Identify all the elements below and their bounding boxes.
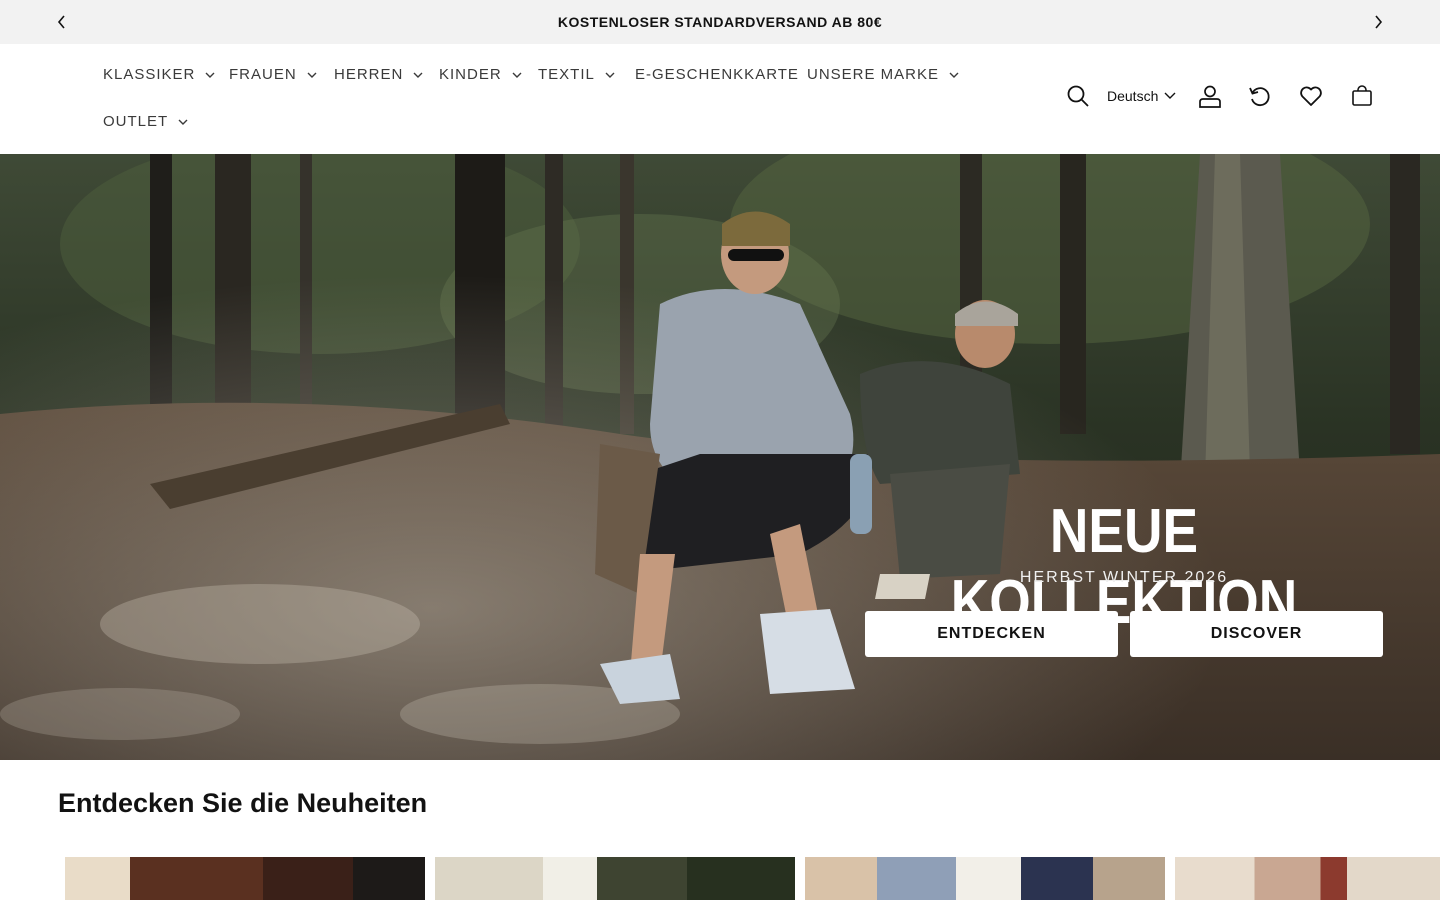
chevron-down-icon: [413, 72, 423, 78]
chevron-down-icon: [949, 72, 959, 78]
nav-label: HERREN: [334, 66, 404, 83]
nav-label: KLASSIKER: [103, 66, 196, 83]
announcement-text: KOSTENLOSER STANDARDVERSAND AB 80€: [557, 14, 883, 30]
product-card[interactable]: [1175, 857, 1440, 900]
language-label: Deutsch: [1107, 88, 1159, 104]
announcement-bar: KOSTENLOSER STANDARDVERSAND AB 80€: [0, 0, 1440, 44]
cart-button[interactable]: [1348, 82, 1376, 110]
language-selector[interactable]: Deutsch: [1107, 88, 1176, 104]
nav-label: OUTLET: [103, 113, 169, 130]
user-icon: [1199, 85, 1221, 108]
search-button[interactable]: [1064, 82, 1092, 110]
product-card[interactable]: [435, 857, 795, 900]
chevron-down-icon: [605, 72, 615, 78]
product-card[interactable]: [805, 857, 1165, 900]
chevron-down-icon: [1164, 92, 1176, 99]
product-card[interactable]: [65, 857, 425, 900]
search-icon: [1067, 85, 1089, 107]
chevron-down-icon: [178, 119, 188, 125]
nav-item-outlet[interactable]: OUTLET: [103, 113, 188, 130]
section-title: Entdecken Sie die Neuheiten: [58, 788, 428, 818]
chevron-down-icon: [512, 72, 522, 78]
hero-banner: NEUE KOLLEKTION HERBST WINTER 2026 ENTDE…: [0, 154, 1440, 760]
nav-label: TEXTIL: [538, 66, 595, 83]
nav-item-textil[interactable]: TEXTIL: [538, 66, 615, 83]
chevron-right-icon: [1375, 15, 1383, 29]
chevron-down-icon: [205, 72, 215, 78]
nav-item-kinder[interactable]: KINDER: [439, 66, 522, 83]
nav-label: E-GESCHENKKARTE: [635, 66, 799, 83]
discover-button[interactable]: DISCOVER: [1130, 611, 1383, 657]
return-icon: [1249, 87, 1270, 107]
announcement-next-button[interactable]: [1368, 12, 1388, 32]
nav-item-frauen[interactable]: FRAUEN: [229, 66, 317, 83]
site-header: KLASSIKER FRAUEN HERREN KINDER TEXTIL E-…: [0, 44, 1440, 154]
hero-image: [0, 154, 1440, 760]
hero-subtitle: HERBST WINTER 2026: [1019, 569, 1229, 586]
nav-item-herren[interactable]: HERREN: [334, 66, 423, 83]
nav-label: UNSERE MARKE: [807, 66, 940, 83]
nav-label: KINDER: [439, 66, 502, 83]
nav-item-e-geschenkkarte[interactable]: E-GESCHENKKARTE: [635, 66, 799, 83]
cart-icon: [1352, 85, 1372, 106]
heart-icon: [1300, 86, 1322, 106]
nav-item-klassiker[interactable]: KLASSIKER: [103, 66, 215, 83]
entdecken-button[interactable]: ENTDECKEN: [865, 611, 1118, 657]
nav-label: FRAUEN: [229, 66, 297, 83]
wishlist-button[interactable]: [1297, 82, 1325, 110]
account-button[interactable]: [1196, 82, 1224, 110]
returns-button[interactable]: [1246, 82, 1274, 110]
chevron-down-icon: [307, 72, 317, 78]
nav-item-unsere-marke[interactable]: UNSERE MARKE: [807, 66, 959, 83]
